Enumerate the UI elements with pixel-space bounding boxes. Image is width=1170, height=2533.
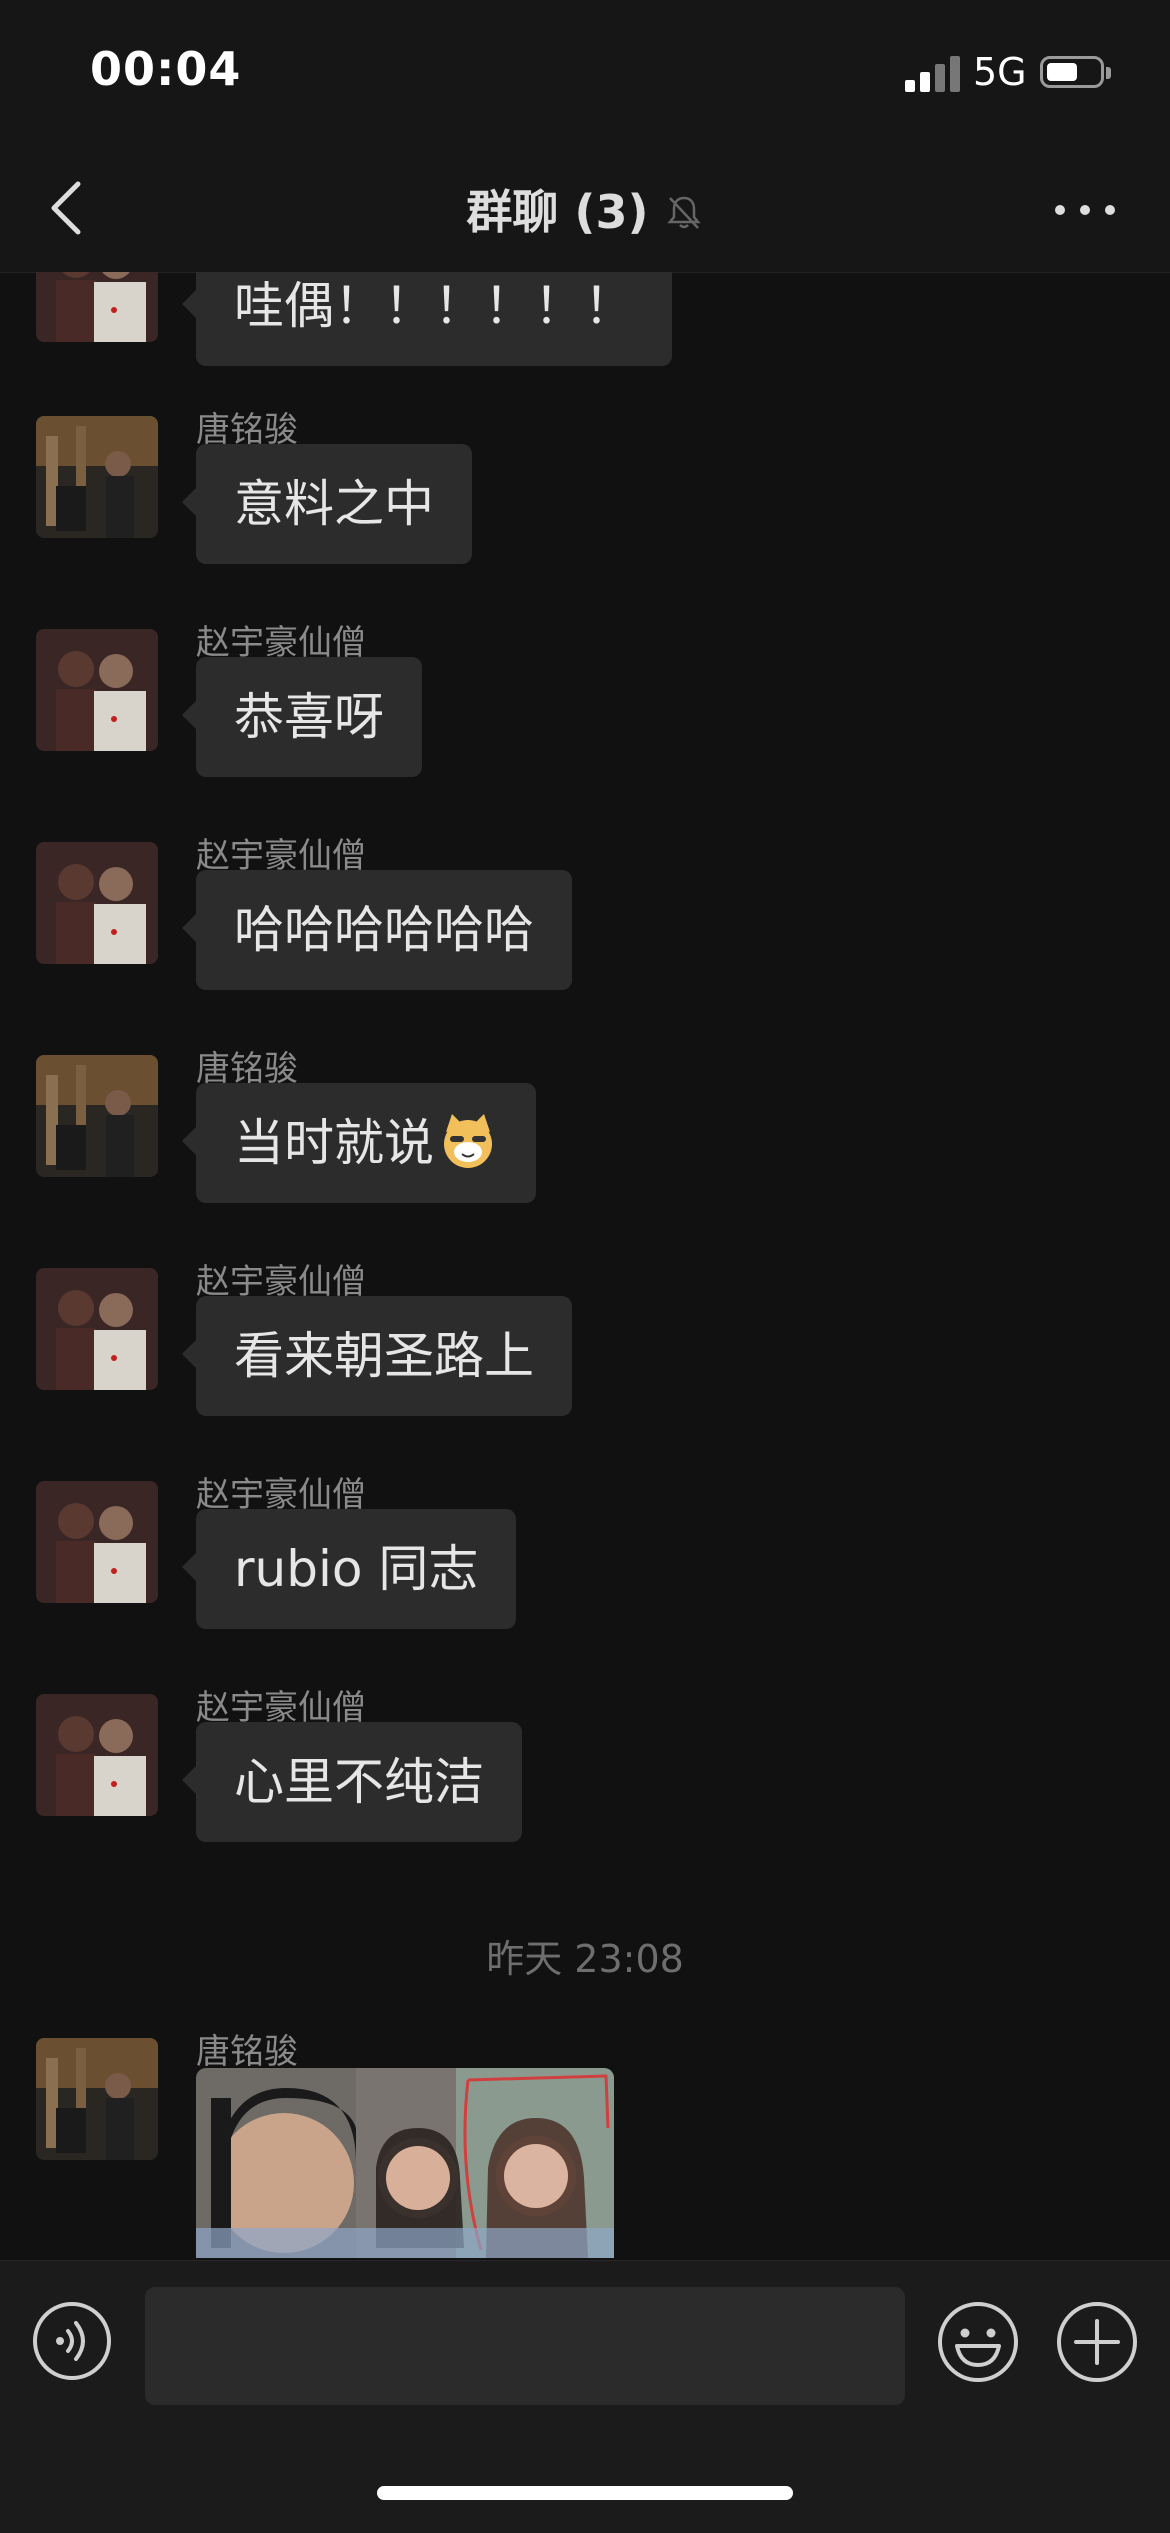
avatar[interactable] — [36, 629, 158, 751]
avatar[interactable] — [36, 2038, 158, 2160]
message-input[interactable] — [145, 2287, 905, 2405]
message-bubble[interactable]: 哈哈哈哈哈哈 — [182, 870, 572, 990]
avatar[interactable] — [36, 416, 158, 538]
message-bubble[interactable]: 哇偶！！！！！！ — [182, 272, 672, 366]
more-options-icon[interactable] — [1050, 190, 1120, 230]
image-message[interactable] — [196, 2068, 614, 2258]
network-label: 5G — [973, 50, 1027, 94]
message-bubble[interactable]: 心里不纯洁 — [182, 1722, 522, 1842]
avatar[interactable] — [36, 1481, 158, 1603]
status-time: 00:04 — [90, 42, 242, 96]
avatar[interactable] — [36, 842, 158, 964]
signal-icon — [905, 56, 961, 92]
avatar[interactable] — [36, 272, 158, 342]
chat-area[interactable]: 哇偶！！！！！！ 唐铭骏 意料之中 赵宇豪仙僧 恭喜呀 赵宇豪仙僧 哈哈哈哈哈哈… — [0, 272, 1170, 2260]
sender-name: 唐铭骏 — [196, 2032, 298, 2072]
battery-icon — [1040, 56, 1111, 88]
voice-input-icon[interactable] — [32, 2301, 112, 2381]
emoji-icon[interactable] — [937, 2301, 1019, 2383]
muted-bell-icon — [666, 196, 701, 229]
message-text: 当时就说 — [234, 1114, 434, 1172]
status-bar: 00:04 5G — [0, 0, 1170, 150]
message-bubble[interactable]: 看来朝圣路上 — [182, 1296, 572, 1416]
message-bubble[interactable]: 意料之中 — [182, 444, 472, 564]
chat-timestamp: 昨天 23:08 — [486, 1937, 684, 1981]
avatar[interactable] — [36, 1694, 158, 1816]
plus-icon[interactable] — [1056, 2301, 1138, 2383]
avatar[interactable] — [36, 1055, 158, 1177]
nav-bar: 群聊 (3) — [0, 150, 1170, 273]
chat-title: 群聊 (3) — [466, 185, 649, 239]
message-bubble[interactable]: 当时就说 — [182, 1083, 536, 1203]
chat-title-wrap: 群聊 (3) — [0, 176, 1170, 242]
avatar[interactable] — [36, 1268, 158, 1390]
home-indicator[interactable] — [377, 2486, 793, 2500]
cat-face-emoji-icon — [444, 1114, 492, 1168]
message-bubble[interactable]: 恭喜呀 — [182, 657, 422, 777]
message-bubble[interactable]: rubio 同志 — [181, 1509, 517, 1629]
